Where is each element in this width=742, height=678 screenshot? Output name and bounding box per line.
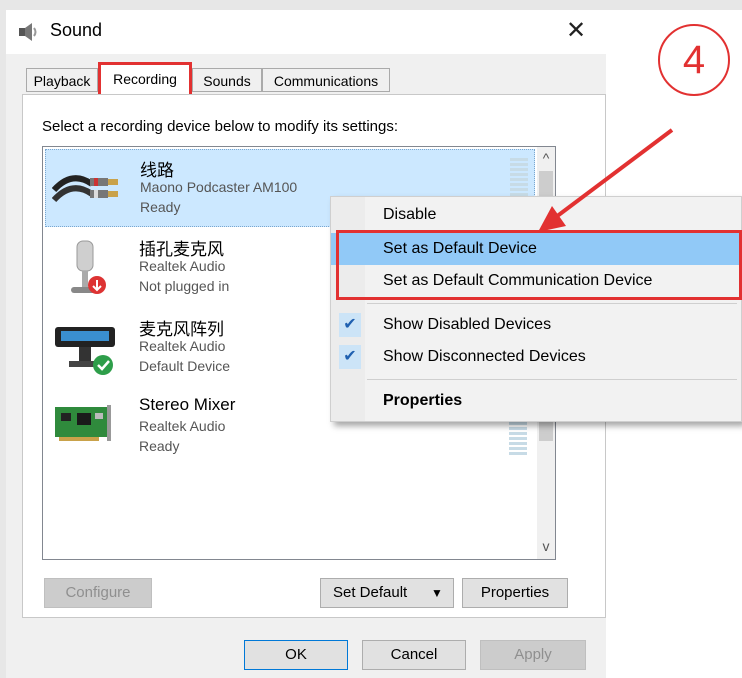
menu-item-label: Show Disabled Devices (383, 316, 552, 333)
menu-item-show-disabled-devices[interactable]: ✔ Show Disabled Devices (331, 309, 741, 341)
menu-separator (367, 303, 737, 304)
menu-item-label: Disable (383, 206, 437, 223)
ok-button[interactable]: OK (244, 640, 348, 670)
device-status: Ready (140, 199, 181, 215)
device-status: Not plugged in (139, 278, 230, 294)
set-default-label: Set Default (333, 584, 408, 601)
checkmark-icon: ✔ (339, 313, 361, 337)
menu-options-highlight (336, 230, 742, 300)
device-name: 插孔麦克风 (139, 240, 224, 259)
close-icon[interactable]: ✕ (566, 16, 586, 45)
properties-button[interactable]: Properties (462, 578, 568, 608)
tab-sounds[interactable]: Sounds (192, 68, 262, 92)
menu-item-label: Properties (383, 392, 463, 409)
device-driver: Realtek Audio (139, 338, 226, 354)
checkmark-icon: ✔ (339, 345, 361, 369)
device-driver: Maono Podcaster AM100 (140, 179, 298, 195)
menu-separator (367, 379, 737, 380)
microphone-jack-icon (71, 240, 106, 294)
set-default-button[interactable]: Set Default ▼ (320, 578, 454, 608)
window-title: Sound (50, 20, 103, 40)
device-status: Default Device (139, 358, 231, 374)
instruction-text: Select a recording device below to modif… (42, 118, 399, 135)
line-in-cable-icon (52, 175, 118, 203)
apply-button[interactable]: Apply (480, 640, 586, 670)
sound-card-icon (55, 405, 111, 441)
menu-item-show-disconnected-devices[interactable]: ✔ Show Disconnected Devices (331, 341, 741, 373)
step-number-badge: 4 (658, 24, 730, 96)
device-driver: Realtek Audio (139, 418, 226, 434)
menu-item-disable[interactable]: Disable (331, 199, 741, 231)
scroll-down-arrow-icon[interactable]: v (537, 535, 555, 557)
tab-communications[interactable]: Communications (262, 68, 390, 92)
recording-tab-highlight (98, 62, 192, 98)
device-name: Stereo Mixer (139, 395, 236, 414)
menu-item-label: Show Disconnected Devices (383, 348, 586, 365)
dropdown-arrow-icon[interactable]: ▼ (431, 579, 443, 607)
configure-button[interactable]: Configure (44, 578, 152, 608)
screen-frame (0, 0, 742, 10)
speaker-icon (19, 23, 37, 41)
tab-playback[interactable]: Playback (26, 68, 98, 92)
cancel-button[interactable]: Cancel (362, 640, 466, 670)
device-driver: Realtek Audio (139, 258, 226, 274)
menu-item-properties[interactable]: Properties (331, 385, 741, 417)
device-name: 麦克风阵列 (139, 320, 224, 339)
device-status: Ready (139, 438, 180, 454)
device-name: 线路 (140, 161, 174, 180)
scroll-up-arrow-icon[interactable]: ^ (537, 147, 555, 169)
microphone-array-icon (55, 327, 115, 375)
